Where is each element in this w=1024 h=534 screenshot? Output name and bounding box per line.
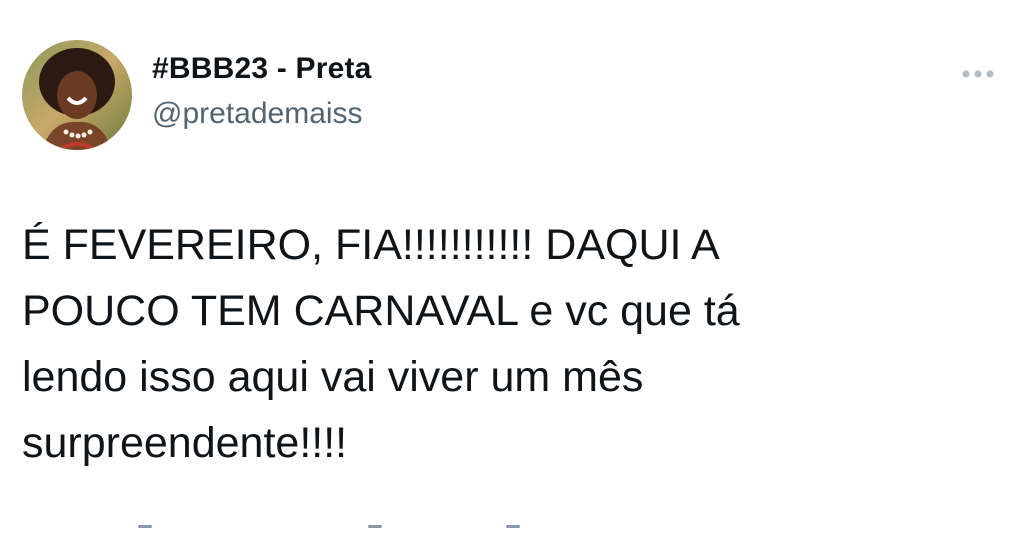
tweet-text: É FEVEREIRO, FIA!!!!!!!!!!! DAQUI A POUC… bbox=[22, 212, 982, 476]
tweet-text-line: É FEVEREIRO, FIA!!!!!!!!!!! DAQUI A bbox=[22, 221, 720, 269]
tweet-text-line: surpreendente!!!! bbox=[22, 419, 348, 467]
tweet-text-line: lendo isso aqui vai viver um mês bbox=[22, 353, 644, 401]
action-bar-clipped bbox=[0, 518, 1024, 534]
reply-icon[interactable] bbox=[138, 525, 152, 528]
tweet-text-line: POUCO TEM CARNAVAL e vc que tá bbox=[22, 287, 740, 335]
more-horizontal-icon bbox=[962, 70, 994, 78]
retweet-icon[interactable] bbox=[368, 525, 382, 528]
avatar-image bbox=[22, 40, 132, 150]
author-display-name[interactable]: #BBB23 - Preta bbox=[152, 52, 372, 86]
like-icon[interactable] bbox=[506, 525, 520, 528]
more-button[interactable] bbox=[955, 62, 1005, 86]
avatar[interactable] bbox=[22, 40, 132, 150]
tweet-card: #BBB23 - Preta @pretademaiss É FEVEREIRO… bbox=[0, 0, 1024, 534]
author-handle[interactable]: @pretademaiss bbox=[152, 97, 363, 131]
